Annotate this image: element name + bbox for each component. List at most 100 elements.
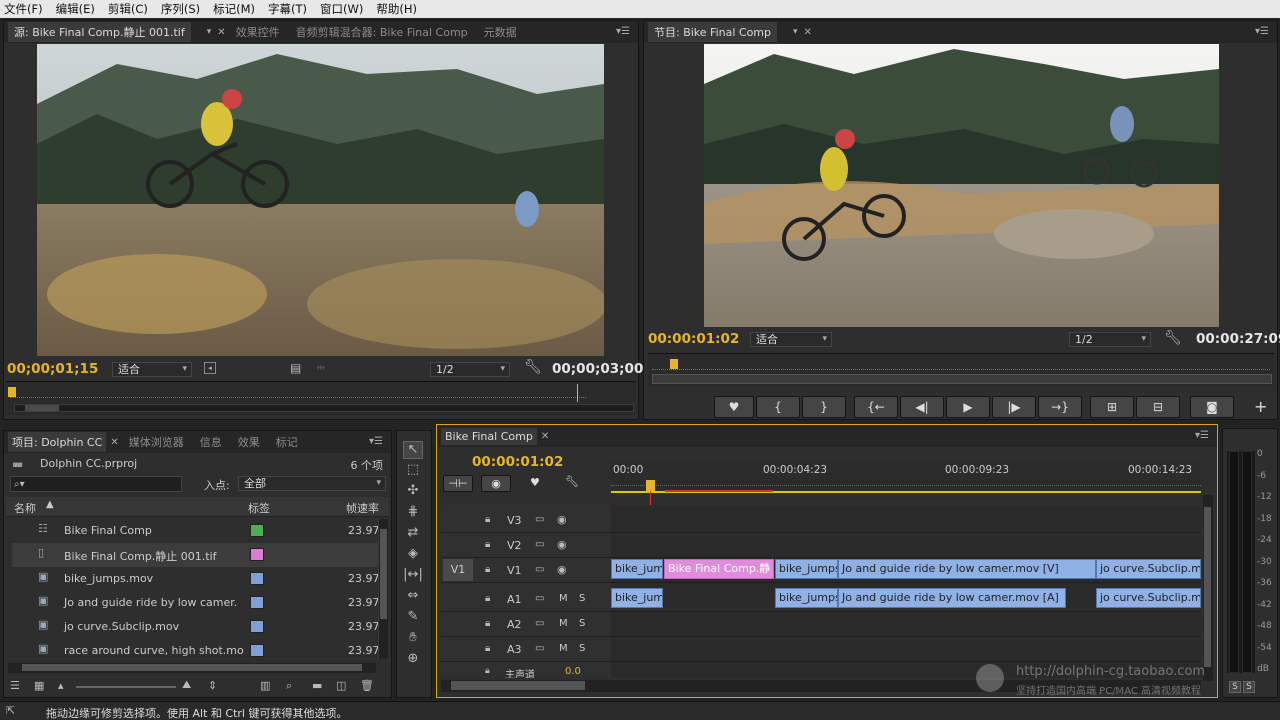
clip-video-bike-jumps-1[interactable]: bike_jum — [611, 559, 663, 579]
program-panel-menu-icon[interactable]: ▾☰ — [1255, 26, 1269, 37]
sync-lock-icon[interactable]: ▭ — [535, 593, 544, 604]
new-item-icon[interactable]: ◫ — [336, 679, 346, 692]
sync-lock-icon[interactable]: ▭ — [535, 618, 544, 629]
solo-button[interactable]: S — [579, 643, 585, 654]
project-item-row[interactable]: ▣ race around curve, high shot.mo 23.976 — [12, 639, 387, 663]
rate-stretch-tool-icon[interactable]: ⇄ — [403, 525, 423, 543]
linked-selection-icon[interactable]: ◉ — [481, 475, 511, 492]
tab-metadata[interactable]: 元数据 — [484, 24, 517, 40]
column-label[interactable]: 标签 — [248, 500, 270, 516]
panel-menu-icon[interactable]: ▾☰ — [616, 26, 630, 37]
add-marker-icon[interactable]: ♥︎ — [530, 476, 540, 489]
mark-in-button[interactable]: { — [756, 396, 800, 418]
play-button[interactable]: ▶ — [946, 396, 990, 418]
selection-tool-icon[interactable]: ↖ — [403, 441, 423, 459]
project-item-row[interactable]: ▯ Bike Final Comp.静止 001.tif — [12, 543, 384, 567]
project-item-row[interactable]: ▣ Jo and guide ride by low camer. 23.976 — [12, 591, 387, 615]
program-zoom-scrollbar[interactable] — [652, 374, 1272, 384]
source-patch-v1[interactable]: V1 — [443, 559, 473, 581]
clip-audio-bike-jumps-1[interactable]: bike_jum — [611, 588, 663, 608]
menu-window[interactable]: 窗口(W) — [320, 1, 363, 17]
timeline-vscrollbar[interactable] — [1203, 495, 1213, 681]
tab-media-browser[interactable]: 媒体浏览器 — [129, 434, 184, 450]
go-to-in-button[interactable]: {← — [854, 396, 898, 418]
safe-margins-icon[interactable]: ◂ — [204, 362, 216, 374]
slip-tool-icon[interactable]: |↔| — [403, 567, 423, 585]
label-color-swatch[interactable] — [250, 644, 264, 657]
track-name[interactable]: A1 — [507, 593, 522, 606]
label-color-swatch[interactable] — [250, 524, 264, 537]
step-back-button[interactable]: ◀| — [900, 396, 944, 418]
clip-video-jo-guide[interactable]: Jo and guide ride by low camer.mov [V] — [838, 559, 1096, 579]
track-name[interactable]: V2 — [507, 539, 522, 552]
track-lock-icon[interactable]: 🔒︎ — [485, 593, 490, 604]
trash-icon[interactable]: 🗑︎ — [360, 679, 374, 692]
track-lock-icon[interactable]: 🔒︎ — [485, 643, 490, 654]
tab-info[interactable]: 信息 — [200, 434, 222, 450]
program-fit-dropdown[interactable]: 适合 — [750, 332, 832, 347]
button-editor-plus-icon[interactable]: + — [1254, 397, 1267, 416]
source-time-ruler[interactable] — [6, 381, 636, 415]
mute-button[interactable]: M — [559, 643, 568, 654]
menu-help[interactable]: 帮助(H) — [376, 1, 417, 17]
step-forward-button[interactable]: |▶ — [992, 396, 1036, 418]
zoom-large-icon[interactable]: ⛰︎ — [182, 678, 191, 692]
track-lane-v2[interactable] — [611, 534, 1201, 558]
source-timecode-current[interactable]: 00;00;01;15 — [7, 361, 98, 377]
mute-button[interactable]: M — [559, 618, 568, 629]
tab-sequence[interactable]: Bike Final Comp — [441, 427, 537, 445]
project-item-row[interactable]: ▣ bike_jumps.mov 23.976 — [12, 567, 387, 591]
eye-icon[interactable]: ◉ — [557, 563, 567, 576]
tab-audio-mixer[interactable]: 音频剪辑混合器: Bike Final Comp — [296, 24, 468, 40]
slide-tool-icon[interactable]: ⇔ — [403, 588, 423, 606]
extract-button[interactable]: ⊟ — [1136, 396, 1180, 418]
close-icon[interactable]: ✕ — [217, 27, 225, 38]
sync-lock-icon[interactable]: ▭ — [535, 564, 544, 575]
column-fps[interactable]: 帧速率 — [346, 500, 379, 516]
new-bin-icon[interactable]: ▬ — [312, 679, 322, 692]
project-close-icon[interactable]: ✕ — [110, 437, 118, 448]
pen-tool-icon[interactable]: ✎ — [403, 609, 423, 627]
program-wrench-icon[interactable]: 🔧︎ — [1164, 330, 1182, 346]
timeline-hscrollbar[interactable] — [441, 680, 1201, 692]
tab-program[interactable]: 节目: Bike Final Comp — [648, 22, 778, 42]
hand-tool-icon[interactable]: ✋︎ — [403, 630, 423, 648]
clip-audio-bike-jumps-2[interactable]: bike_jumps — [775, 588, 838, 608]
tab-effect-controls[interactable]: 效果控件 — [236, 24, 280, 40]
clip-video-jo-curve[interactable]: jo curve.Subclip.mov — [1096, 559, 1201, 579]
project-hscroll[interactable] — [8, 663, 376, 673]
timeline-timecode[interactable]: 00:00:01:02 — [472, 454, 563, 470]
menu-title[interactable]: 字幕(T) — [268, 1, 307, 17]
project-scrollbar[interactable] — [378, 519, 388, 659]
sync-lock-icon[interactable]: ▭ — [535, 643, 544, 654]
solo-button[interactable]: S — [579, 618, 585, 629]
track-lock-icon[interactable]: 🔒︎ — [485, 564, 490, 575]
mark-out-button[interactable]: } — [802, 396, 846, 418]
lift-button[interactable]: ⊞ — [1090, 396, 1134, 418]
find-icon[interactable]: ⌕ — [286, 679, 292, 693]
program-resolution-dropdown[interactable]: 1/2 — [1069, 332, 1151, 347]
add-marker-button[interactable]: ♥︎ — [714, 396, 754, 418]
clip-audio-jo-curve[interactable]: jo curve.Subclip.mov — [1096, 588, 1201, 608]
master-volume[interactable]: 0.0 — [565, 666, 581, 677]
export-frame-button[interactable]: ◙ — [1190, 396, 1234, 418]
label-color-swatch[interactable] — [250, 620, 264, 633]
zoom-small-icon[interactable]: ▴ — [58, 679, 64, 692]
source-clip-dropdown-icon[interactable]: ▾ — [207, 27, 212, 37]
tab-markers[interactable]: 标记 — [276, 434, 298, 450]
sync-lock-icon[interactable]: ▭ — [535, 514, 544, 525]
menu-marker[interactable]: 标记(M) — [213, 1, 255, 17]
solo-left-button[interactable]: S — [1229, 681, 1241, 693]
master-lock-icon[interactable]: 🔒︎ — [485, 666, 490, 676]
tab-source[interactable]: 源: Bike Final Comp.静止 001.tif — [8, 22, 191, 42]
solo-button[interactable]: S — [579, 593, 585, 604]
menu-file[interactable]: 文件(F) — [4, 1, 43, 17]
menu-clip[interactable]: 剪辑(C) — [108, 1, 148, 17]
track-lane-v3[interactable] — [611, 509, 1201, 533]
label-color-swatch[interactable] — [250, 572, 264, 585]
zoom-tool-icon[interactable]: ⊕ — [403, 651, 423, 669]
automate-icon[interactable]: ▥ — [260, 679, 270, 692]
ripple-edit-tool-icon[interactable]: ✣ — [403, 483, 423, 501]
track-lock-icon[interactable]: 🔒︎ — [485, 618, 490, 629]
track-lane-a3[interactable] — [611, 638, 1201, 662]
